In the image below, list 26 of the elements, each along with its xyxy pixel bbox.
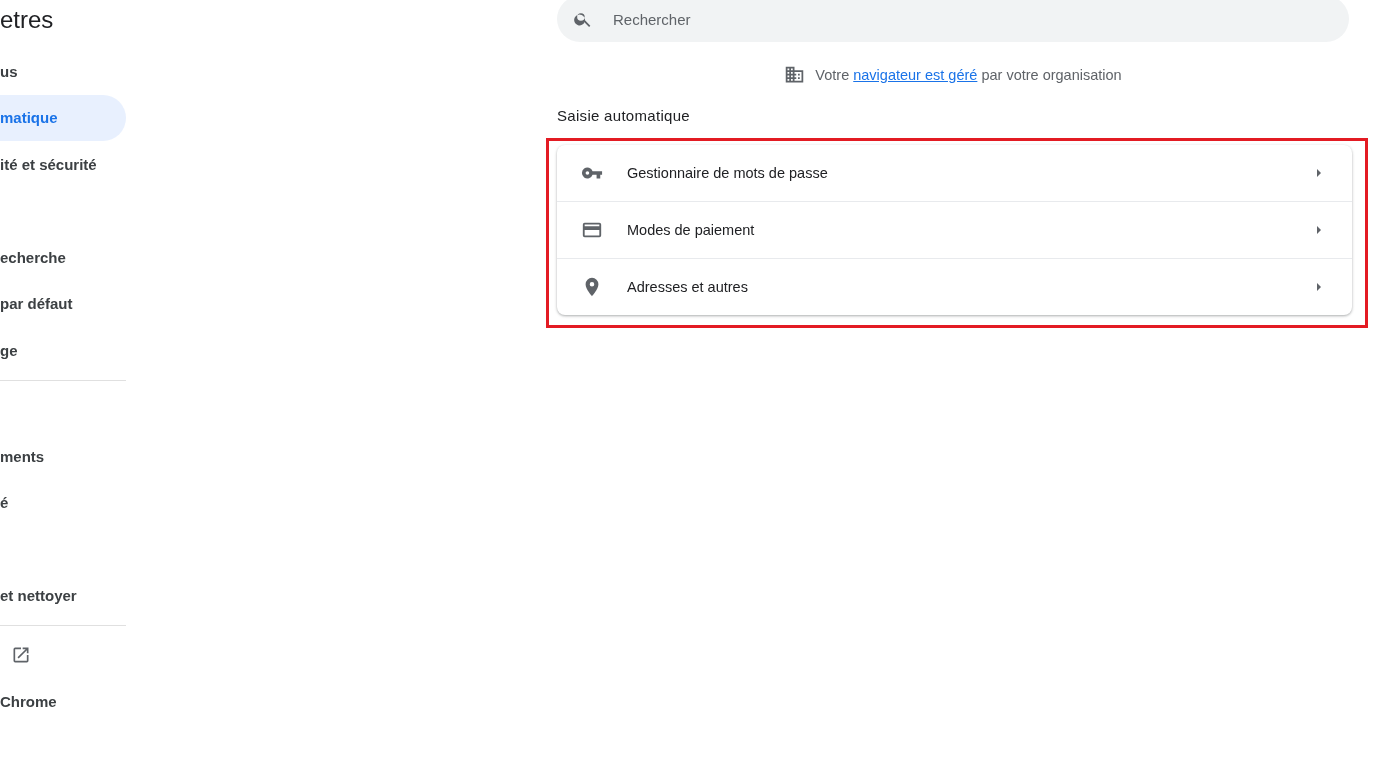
sidebar-item[interactable]: ge <box>0 327 28 374</box>
external-link-icon[interactable] <box>11 645 31 666</box>
row-label: Adresses et autres <box>627 279 749 295</box>
search-field[interactable]: Rechercher <box>611 9 1015 29</box>
page-title: etres <box>0 5 55 35</box>
sidebar-item[interactable]: echerche <box>0 234 76 281</box>
sidebar-item[interactable]: matique <box>0 94 126 141</box>
sidebar-item[interactable]: et nettoyer <box>0 572 87 619</box>
managed-link[interactable]: navigateur est géré <box>853 66 978 83</box>
sidebar-item[interactable]: Chrome <box>0 678 67 725</box>
sidebar-item[interactable]: é <box>0 479 19 526</box>
settings-row[interactable]: Gestionnaire de mots de passe <box>557 145 1352 201</box>
settings-row[interactable]: Modes de paiement <box>557 201 1352 258</box>
arrow-right-icon <box>1316 168 1322 178</box>
arrow-right-icon <box>1316 225 1322 235</box>
settings-row[interactable]: Adresses et autres <box>557 258 1352 315</box>
sidebar-item[interactable]: par défaut <box>0 280 83 327</box>
building-icon <box>784 64 806 85</box>
sidebar-item[interactable]: ité et sécurité <box>0 141 107 188</box>
row-label: Gestionnaire de mots de passe <box>627 165 829 181</box>
sidebar-item[interactable]: ments <box>0 433 55 480</box>
managed-notice: Votre navigateur est géré par votre organisation <box>815 66 1122 83</box>
row-label: Modes de paiement <box>627 222 756 238</box>
arrow-right-icon <box>1316 282 1322 292</box>
sidebar-item[interactable]: us <box>0 48 28 95</box>
section-title: Saisie automatique <box>557 107 691 124</box>
